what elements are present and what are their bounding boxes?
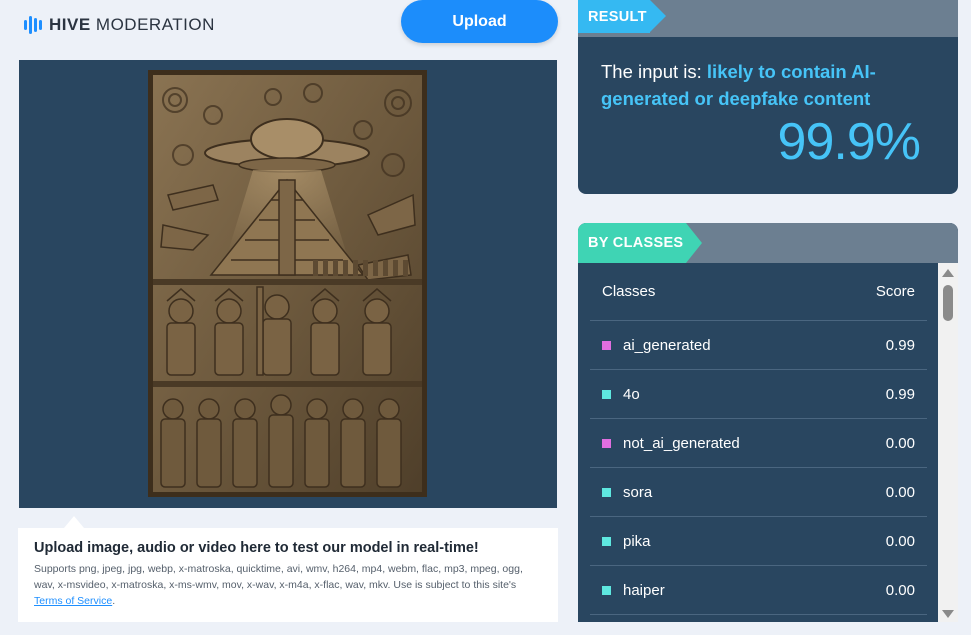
col-classes-header: Classes (602, 283, 656, 300)
class-score: 0.00 (885, 483, 915, 501)
logo-text: HIVE MODERATION (49, 15, 215, 34)
hive-logo-icon (24, 16, 42, 34)
class-color-swatch (602, 340, 611, 350)
classes-card-header: BY CLASSES (578, 223, 958, 263)
class-score: 0.99 (885, 336, 915, 354)
upload-info-box: Upload image, audio or video here to tes… (18, 516, 558, 622)
table-row: sora 0.00 (590, 468, 927, 517)
classes-card: BY CLASSES Classes Score ai_generated 0.9… (578, 223, 958, 622)
class-name: 4o (623, 385, 640, 403)
class-name: haiper (623, 581, 665, 599)
classes-table-header: Classes Score (590, 263, 927, 321)
scroll-thumb[interactable] (943, 285, 953, 321)
class-score: 0.99 (885, 385, 915, 403)
class-color-swatch (602, 536, 611, 546)
class-color-swatch (602, 585, 611, 595)
table-row: pika 0.00 (590, 517, 927, 566)
col-score-header: Score (875, 283, 915, 300)
hive-logo[interactable]: HIVE MODERATION (24, 14, 215, 36)
table-row: haiper 0.00 (590, 566, 927, 615)
scroll-down-arrow-icon[interactable] (942, 610, 954, 618)
table-row: 4o 0.99 (590, 370, 927, 419)
class-score: 0.00 (885, 581, 915, 599)
class-name: sora (623, 483, 653, 501)
classes-scrollbar[interactable] (938, 263, 958, 622)
result-statement: The input is: likely to contain AI-gener… (601, 61, 876, 109)
result-card: RESULT The input is: likely to contain A… (578, 0, 958, 194)
classes-tag: BY CLASSES (578, 223, 702, 263)
class-score: 0.00 (885, 434, 915, 452)
upload-button[interactable]: Upload (401, 0, 558, 43)
table-row: ai_generated 0.99 (590, 321, 927, 370)
result-score: 99.9% (777, 113, 921, 171)
upload-info-title: Upload image, audio or video here to tes… (34, 540, 479, 556)
class-color-swatch (602, 438, 611, 448)
terms-of-service-link[interactable]: Terms of Service (34, 595, 112, 607)
class-score: 0.00 (885, 532, 915, 550)
supported-formats-text: Supports png, jpeg, jpg, webp, x-matrosk… (34, 563, 523, 607)
scroll-up-arrow-icon[interactable] (942, 269, 954, 277)
classes-table: Classes Score ai_generated 0.99 4o 0.99 not_… (590, 263, 927, 615)
class-name: pika (623, 532, 651, 550)
class-color-swatch (602, 487, 611, 497)
result-card-header: RESULT (578, 0, 958, 37)
class-color-swatch (602, 389, 611, 399)
class-name: not_ai_generated (623, 434, 740, 452)
uploaded-image (148, 70, 427, 497)
table-row: not_ai_generated 0.00 (590, 419, 927, 468)
class-name: ai_generated (623, 336, 711, 354)
result-tag: RESULT (578, 0, 666, 33)
